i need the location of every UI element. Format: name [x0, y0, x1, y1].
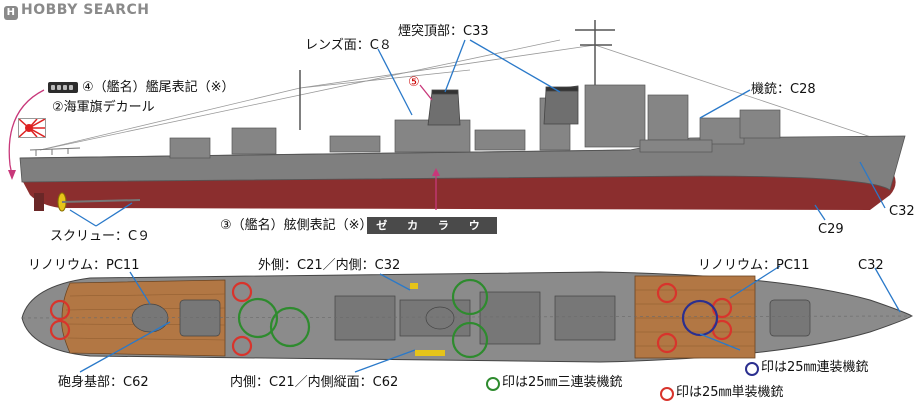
label-outer-inner: 外側：C21／内側：C32 [258, 258, 401, 273]
label-gun: 機銃：C28 [751, 82, 816, 97]
label-c32-deck: C32 [858, 258, 884, 273]
legend-single: 印は25㎜単装機銃 [676, 385, 784, 400]
stern-rail [29, 147, 81, 156]
superstructure [169, 84, 781, 159]
legend-twin-icon [745, 362, 759, 376]
legend-triple-icon [486, 377, 500, 391]
label-stern-name: ④（艦名）艦尾表記（※） [82, 80, 235, 95]
detail-yellow-2 [415, 350, 445, 356]
label-side-name: ③（艦名）舷側表記（※） [220, 218, 373, 233]
legend-single-icon [660, 387, 674, 401]
naval-ensign-icon [18, 118, 46, 138]
label-c32-side: C32 [889, 204, 915, 219]
label-linoleum-left: リノリウム：PC11 [28, 258, 140, 273]
legend-triple: 印は25㎜三連装機銃 [502, 375, 623, 390]
label-num5: ⑤ [408, 75, 420, 90]
ship-drawing [8, 20, 914, 373]
label-ensign: ②海軍旗デカール [52, 100, 155, 115]
label-inner-vertical: 内側：C21／内側縦面：C62 [230, 375, 399, 390]
label-linoleum-right: リノリウム：PC11 [698, 258, 810, 273]
label-c29: C29 [818, 222, 844, 237]
label-lens: レンズ面：C８ [305, 38, 392, 53]
stern-name-emblem [48, 82, 78, 93]
label-barrel-base: 砲身基部：C62 [58, 375, 149, 390]
side-name-decal: ゼ カ ラ ウ [367, 217, 497, 234]
detail-yellow-1 [410, 283, 418, 289]
top-view [21, 265, 914, 373]
funnels [427, 85, 579, 126]
legend-twin: 印は25㎜連装機銃 [761, 360, 869, 375]
label-screw: スクリュー：C９ [50, 229, 151, 244]
label-funnel-top: 煙突頂部：C33 [398, 24, 489, 39]
diagram-canvas: H HOBBY SEARCH レンズ面：C８ 煙突頂部：C33 ④（艦名）艦尾表… [0, 0, 917, 409]
linoleum-bow [634, 275, 756, 359]
side-view [8, 20, 906, 227]
